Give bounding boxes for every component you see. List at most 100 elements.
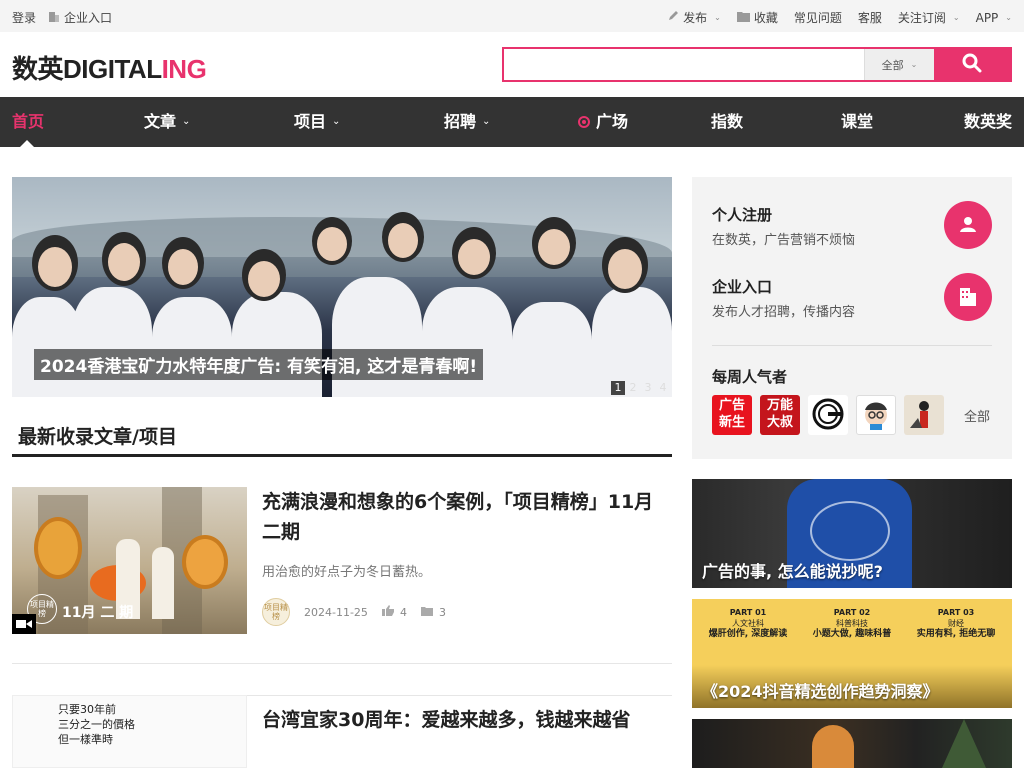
login-link[interactable]: 登录 [12, 9, 36, 26]
ear-prop [34, 517, 82, 579]
nav-index[interactable]: 指数 [711, 97, 743, 147]
chevron-down-icon: ⌄ [910, 60, 918, 69]
cartoon-face-icon [860, 398, 892, 433]
thumbs-up-icon [381, 605, 394, 619]
personal-register-title[interactable]: 个人注册 [712, 204, 772, 225]
hero-face [458, 239, 490, 275]
hero-page-4[interactable]: 4 [656, 381, 670, 395]
sidebar-separator [712, 345, 992, 346]
popular-user-avatar[interactable] [808, 395, 848, 435]
collect-count[interactable]: 3 [420, 605, 446, 619]
search-bar: 全部 ⌄ [502, 47, 1012, 82]
ad-pattern [810, 501, 890, 561]
popular-user-avatar[interactable] [856, 395, 896, 435]
search-scope-select[interactable]: 全部 ⌄ [864, 49, 934, 80]
nav-jobs[interactable]: 招聘 ⌄ [444, 97, 490, 147]
g-logo-icon [812, 398, 844, 433]
avatar-text: 大叔 [766, 415, 793, 430]
article-thumbnail[interactable]: 只要30年前 三分之一的價格 但一樣準時 [12, 695, 247, 768]
hero-banner[interactable]: 2024香港宝矿力水特年度广告: 有笑有泪, 这才是青春啊! 1 2 3 4 [12, 177, 672, 397]
hero-face [108, 243, 140, 281]
main-nav: 首页 文章 ⌄ 项目 ⌄ 招聘 ⌄ 广场 指数 课堂 数英奖 [0, 97, 1024, 147]
hero-figure [232, 292, 322, 397]
site-logo[interactable]: 数英DIGITALING [12, 49, 207, 86]
thumb-label: 11月 二 期 [62, 605, 134, 621]
article-border [247, 695, 672, 696]
enterprise-entry-title[interactable]: 企业入口 [712, 276, 772, 297]
ad-part-1: PART 01 人文社科 爆肝创作, 深度解读 [698, 607, 798, 640]
sidebar-login-box: 个人注册 在数英，广告营销不烦恼 企业入口 发布人才招聘，传播内容 每周人气者 … [692, 177, 1012, 459]
target-icon [578, 116, 590, 128]
building-icon [48, 11, 60, 25]
collect-count-value: 3 [438, 605, 446, 619]
video-icon [12, 614, 36, 634]
like-count[interactable]: 4 [381, 605, 407, 619]
nav-square-label: 广场 [596, 112, 629, 131]
favorites-link[interactable]: 收藏 [736, 9, 778, 26]
folder-icon [420, 606, 433, 619]
ad-part-topic: 科普科技 [836, 619, 868, 628]
article-divider [12, 663, 672, 664]
chevron-down-icon: ⌄ [332, 116, 341, 127]
search-icon [962, 53, 982, 76]
popular-user-avatar[interactable]: 广告 新生 [712, 395, 752, 435]
enterprise-entry-button[interactable] [944, 273, 992, 321]
faq-link[interactable]: 常见问题 [794, 9, 842, 26]
thumb-text: 只要30年前 三分之一的價格 但一樣準時 [58, 702, 135, 747]
nav-classroom[interactable]: 课堂 [841, 97, 873, 147]
subscribe-label: 关注订阅 [897, 11, 946, 25]
publish-menu[interactable]: 发布 ⌄ [667, 9, 721, 26]
popular-user-avatar[interactable]: 万能 大叔 [760, 395, 800, 435]
author-avatar[interactable]: 项目精榜 [262, 598, 290, 626]
hero-face [38, 247, 72, 287]
site-header: 数英DIGITALING 全部 ⌄ [0, 32, 1024, 97]
personal-register-subtitle: 在数英，广告营销不烦恼 [712, 233, 856, 248]
thumb-line: 但一樣準時 [58, 733, 113, 746]
logo-en-b: ING [161, 54, 207, 84]
personal-register-button[interactable] [944, 201, 992, 249]
faq-label: 常见问题 [793, 11, 842, 25]
search-button[interactable] [934, 49, 1010, 80]
popular-user-avatar[interactable] [904, 395, 944, 435]
ad-part-topic: 人文社科 [732, 619, 764, 628]
nav-articles[interactable]: 文章 ⌄ [144, 97, 190, 147]
app-menu[interactable]: APP ⌄ [976, 11, 1012, 25]
ad-part-slogan: 实用有料, 拒绝无聊 [916, 629, 996, 639]
ear-prop [182, 535, 228, 589]
ad-part-label: PART 01 [729, 608, 767, 617]
ad-part-slogan: 小题大做, 趣味科普 [812, 629, 892, 639]
favorites-label: 收藏 [753, 11, 778, 25]
search-input[interactable] [504, 49, 864, 80]
avatar-text: 万能 [766, 398, 793, 413]
subscribe-menu[interactable]: 关注订阅 ⌄ [898, 9, 960, 26]
article-title[interactable]: 充满浪漫和想象的6个案例，「项目精榜」11月二期 [262, 487, 672, 547]
ad-caption: 广告的事, 怎么能说抄呢? [702, 562, 883, 581]
chevron-down-icon: ⌄ [1005, 13, 1012, 22]
publish-label: 发布 [683, 11, 708, 25]
nav-square[interactable]: 广场 [578, 97, 628, 147]
active-indicator [20, 140, 34, 147]
sidebar-ad[interactable]: PART 01 人文社科 爆肝创作, 深度解读 PART 02 科普科技 小题大… [692, 599, 1012, 708]
article-thumbnail[interactable]: 项目精榜 11月 二 期 [12, 487, 247, 634]
popular-all-link[interactable]: 全部 [964, 406, 990, 425]
christmas-tree-icon [942, 719, 986, 768]
hero-caption[interactable]: 2024香港宝矿力水特年度广告: 有笑有泪, 这才是青春啊! [34, 349, 484, 380]
nav-awards[interactable]: 数英奖 [964, 97, 1012, 147]
hero-face [317, 227, 347, 261]
article-title[interactable]: 台湾宜家30周年：爱越来越多，钱越来越省 [262, 705, 672, 735]
chevron-down-icon: ⌄ [482, 116, 491, 127]
hero-face [608, 249, 642, 289]
hero-figure [422, 287, 512, 397]
illustration-icon [908, 398, 940, 433]
ad-part-topic: 财经 [948, 619, 964, 628]
sidebar-ad[interactable]: 广告的事, 怎么能说抄呢? [692, 479, 1012, 588]
pencil-icon [667, 10, 679, 25]
hero-page-3[interactable]: 3 [641, 381, 655, 395]
service-link[interactable]: 客服 [858, 9, 882, 26]
sidebar-ad[interactable] [692, 719, 1012, 768]
hero-face [248, 261, 280, 297]
hero-page-2[interactable]: 2 [626, 381, 640, 395]
nav-projects[interactable]: 项目 ⌄ [294, 97, 340, 147]
hero-page-1[interactable]: 1 [611, 381, 625, 395]
enterprise-entry-link[interactable]: 企业入口 [48, 9, 112, 26]
